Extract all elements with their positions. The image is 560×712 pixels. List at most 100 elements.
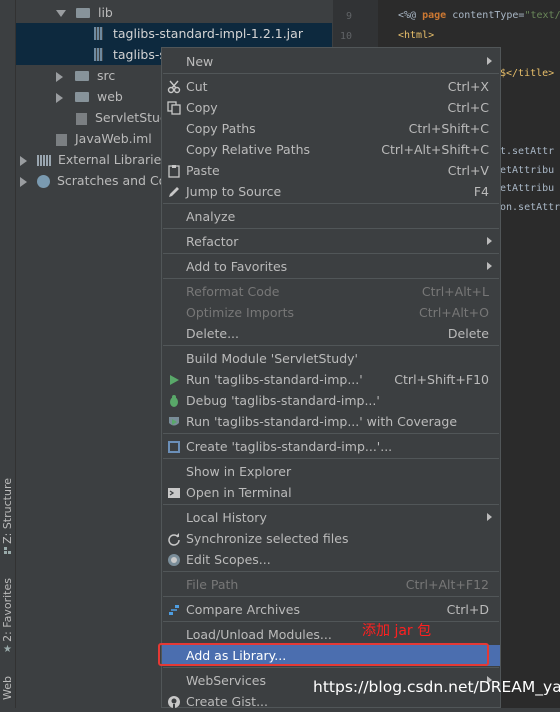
folder-icon — [74, 91, 89, 102]
jar-icon — [94, 27, 103, 40]
menu-item-open-in-terminal[interactable]: Open in Terminal — [162, 482, 500, 503]
web-tool-label: Web — [1, 676, 14, 700]
menu-item-jump-to-source[interactable]: Jump to Source F4 — [162, 181, 500, 202]
submenu-arrow-icon — [487, 237, 492, 245]
watermark: https://blog.csdn.net/DREAM_yao — [313, 678, 560, 696]
tree-node-label: External Libraries — [57, 152, 168, 167]
menu-item-copy-relative-paths[interactable]: Copy Relative Paths Ctrl+Alt+Shift+C — [162, 139, 500, 160]
compare-icon — [169, 605, 179, 615]
code-line-directive: <%@ page contentType="text/ — [398, 10, 560, 21]
code-fragment: t.setAttr — [500, 146, 555, 157]
folder-icon — [75, 7, 90, 18]
menu-item-delete[interactable]: Delete... Delete — [162, 323, 500, 344]
tree-node-iml[interactable]: JavaWeb.iml — [56, 128, 152, 149]
tree-node-src[interactable]: src — [56, 65, 115, 86]
structure-tool-button[interactable]: Z: Structure — [0, 478, 15, 555]
menu-separator — [163, 504, 499, 505]
menu-item-edit-scopes[interactable]: Edit Scopes... — [162, 549, 500, 570]
submenu-arrow-icon — [487, 262, 492, 270]
structure-tool-label: Z: Structure — [1, 478, 14, 544]
menu-item-local-history[interactable]: Local History — [162, 507, 500, 528]
tree-node-scratches[interactable]: Scratches and Cor — [20, 170, 171, 191]
menu-item-file-path[interactable]: File Path Ctrl+Alt+F12 — [162, 574, 500, 595]
line-number: 9 — [345, 11, 352, 22]
menu-item-refactor[interactable]: Refactor — [162, 231, 500, 252]
structure-icon — [3, 546, 11, 554]
menu-separator — [163, 667, 499, 668]
tree-node-label: taglibs-standard-impl-1.2.1.jar — [112, 26, 303, 41]
menu-item-create-config[interactable]: Create 'taglibs-standard-imp...'... — [162, 436, 500, 457]
submenu-arrow-icon — [487, 57, 492, 65]
menu-separator — [163, 458, 499, 459]
menu-separator — [163, 571, 499, 572]
menu-item-compare-archives[interactable]: Compare Archives Ctrl+D — [162, 599, 500, 620]
scope-icon — [168, 554, 180, 566]
menu-item-cut[interactable]: Cut Ctrl+X — [162, 76, 500, 97]
menu-separator — [163, 433, 499, 434]
code-line-title: $</title> — [500, 68, 555, 79]
line-number: 10 — [339, 31, 352, 42]
pencil-icon — [169, 187, 179, 197]
favorites-tool-button[interactable]: 2: Favorites ★ — [0, 578, 15, 655]
run-icon — [170, 375, 179, 385]
menu-item-analyze[interactable]: Analyze — [162, 206, 500, 227]
favorites-tool-label: 2: Favorites — [1, 578, 14, 642]
sync-icon — [168, 533, 180, 546]
copy-icon — [167, 101, 181, 115]
menu-item-synchronize[interactable]: Synchronize selected files — [162, 528, 500, 549]
iml-file-icon — [56, 133, 67, 146]
star-icon: ★ — [3, 643, 12, 655]
collapse-arrow-icon[interactable] — [56, 71, 63, 82]
menu-separator — [163, 228, 499, 229]
tree-node-lib[interactable]: lib — [56, 2, 113, 23]
code-line-html: <html> — [398, 30, 435, 41]
annotation-highlight-box — [158, 643, 489, 666]
menu-separator — [163, 596, 499, 597]
menu-item-debug[interactable]: Debug 'taglibs-standard-imp...' — [162, 390, 500, 411]
collapse-arrow-icon[interactable] — [56, 92, 63, 103]
menu-separator — [163, 621, 499, 622]
menu-separator — [163, 345, 499, 346]
expand-arrow-icon[interactable] — [56, 10, 66, 17]
tree-node-web[interactable]: web — [56, 86, 123, 107]
tree-node-label: JavaWeb.iml — [74, 131, 152, 146]
tree-node-external-libraries[interactable]: External Libraries — [20, 149, 168, 170]
code-fragment: on.setAttr — [500, 202, 560, 213]
code-fragment: etAttribu — [500, 165, 555, 176]
menu-separator — [163, 73, 499, 74]
menu-item-copy[interactable]: Copy Ctrl+C — [162, 97, 500, 118]
menu-item-new[interactable]: New — [162, 51, 500, 72]
folder-icon — [74, 70, 89, 81]
context-menu: New Cut Ctrl+X Copy Ctrl+C Copy Paths Ctrl+… — [161, 47, 501, 709]
menu-item-optimize-imports[interactable]: Optimize Imports Ctrl+Alt+O — [162, 302, 500, 323]
menu-item-build-module[interactable]: Build Module 'ServletStudy' — [162, 348, 500, 369]
debug-icon — [170, 395, 178, 407]
terminal-icon — [168, 488, 180, 498]
module-file-icon — [76, 112, 87, 125]
tree-node-label: web — [96, 89, 123, 104]
annotation-text: 添加 jar 包 — [362, 623, 432, 639]
coverage-icon — [169, 417, 179, 426]
tree-node-jar-1[interactable]: taglibs-standard-impl-1.2.1.jar — [16, 23, 332, 44]
menu-item-run-with-coverage[interactable]: Run 'taglibs-standard-imp...' with Cover… — [162, 411, 500, 432]
web-tool-button[interactable]: Web — [0, 676, 15, 700]
config-icon — [168, 441, 180, 453]
menu-item-load-unload-modules[interactable]: Load/Unload Modules... — [162, 624, 500, 645]
menu-item-run[interactable]: Run 'taglibs-standard-imp...' Ctrl+Shift+… — [162, 369, 500, 390]
menu-item-add-to-favorites[interactable]: Add to Favorites — [162, 256, 500, 277]
code-fragment: etAttribu — [500, 183, 555, 194]
libraries-icon — [36, 155, 51, 166]
menu-item-show-in-explorer[interactable]: Show in Explorer — [162, 461, 500, 482]
tool-window-stripe: Z: Structure 2: Favorites ★ Web — [0, 0, 16, 708]
menu-item-reformat-code[interactable]: Reformat Code Ctrl+Alt+L — [162, 281, 500, 302]
scratches-icon — [36, 175, 50, 188]
collapse-arrow-icon[interactable] — [20, 155, 27, 166]
menu-item-paste[interactable]: Paste Ctrl+V — [162, 160, 500, 181]
collapse-arrow-icon[interactable] — [20, 176, 27, 187]
menu-separator — [163, 278, 499, 279]
menu-item-copy-paths[interactable]: Copy Paths Ctrl+Shift+C — [162, 118, 500, 139]
menu-separator — [163, 253, 499, 254]
menu-separator — [163, 203, 499, 204]
jar-icon — [94, 48, 103, 61]
tree-node-label: lib — [97, 5, 113, 20]
